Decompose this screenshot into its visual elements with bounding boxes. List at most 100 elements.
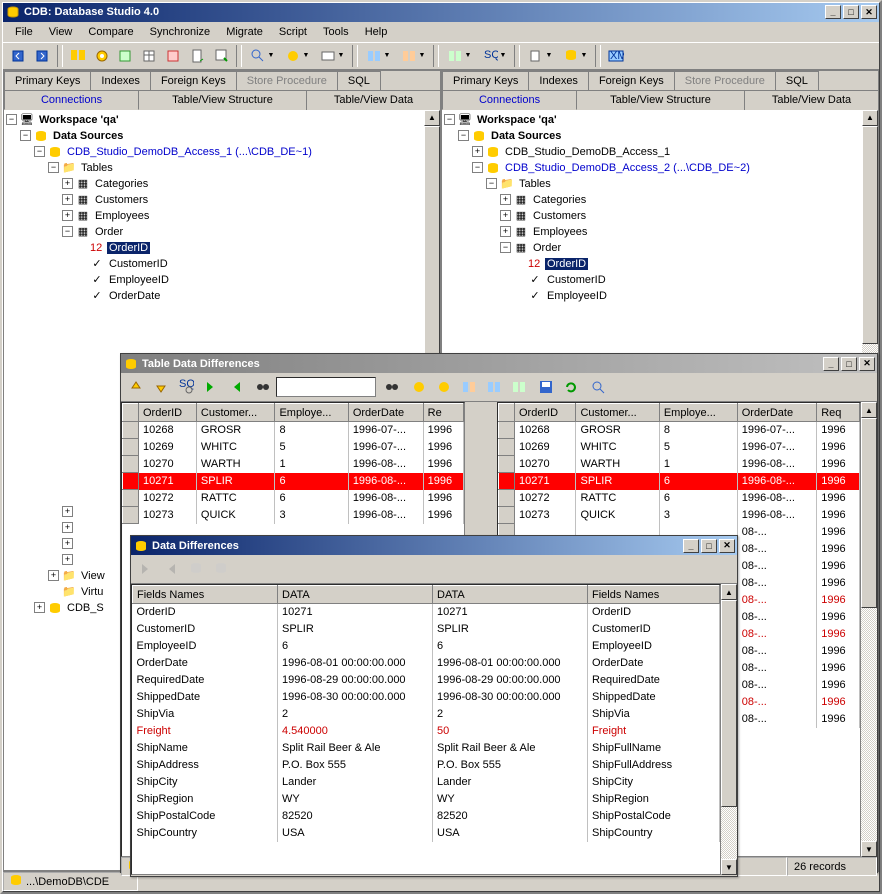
expander[interactable]: + xyxy=(34,602,45,613)
table-row[interactable]: ShipRegionWYWYShipRegion xyxy=(133,791,720,808)
table-row[interactable]: ShippedDate1996-08-30 00:00:00.0001996-0… xyxy=(133,689,720,706)
menu-help[interactable]: Help xyxy=(357,24,396,40)
tree-db1[interactable]: CDB_Studio_DemoDB_Access_1 xyxy=(503,146,672,158)
tb-gear-icon[interactable] xyxy=(90,45,113,67)
tab-pk[interactable]: Primary Keys xyxy=(442,71,529,90)
binoculars2-icon[interactable] xyxy=(380,376,403,398)
sql-search-icon[interactable]: SQL xyxy=(174,376,197,398)
scroll-down-icon[interactable]: ▼ xyxy=(721,859,737,875)
refresh-icon[interactable] xyxy=(559,376,582,398)
tree-categories[interactable]: Categories xyxy=(531,194,588,206)
prev-arrow-icon[interactable] xyxy=(159,558,182,580)
table-row[interactable]: CustomerIDSPLIRSPLIRCustomerID xyxy=(133,621,720,638)
minimize-button[interactable]: _ xyxy=(825,5,841,19)
table-row[interactable]: ShipNameSplit Rail Beer & AleSplit Rail … xyxy=(133,740,720,757)
menu-view[interactable]: View xyxy=(41,24,81,40)
table-row[interactable]: ShipPostalCode8252082520ShipPostalCode xyxy=(133,808,720,825)
expander[interactable]: − xyxy=(34,146,45,157)
datadiff-scrollbar[interactable]: ▲ ▼ xyxy=(721,584,737,875)
table-row[interactable]: 10273QUICK31996-08-...1996 xyxy=(123,507,464,524)
prev-diff-icon[interactable] xyxy=(224,376,247,398)
tree-customerid[interactable]: CustomerID xyxy=(545,274,608,286)
tree-virtual[interactable]: Virtu xyxy=(79,586,105,598)
scroll-up-icon[interactable]: ▲ xyxy=(862,110,878,126)
table-row[interactable]: 10269WHITC51996-07-...1996 xyxy=(123,439,464,456)
tb-cylinder-dropdown[interactable]: ▼ xyxy=(558,45,592,67)
tree-orderid[interactable]: OrderID xyxy=(545,258,588,270)
col-orderdate[interactable]: OrderDate xyxy=(348,404,423,422)
tab-data[interactable]: Table/View Data xyxy=(306,90,441,110)
expander[interactable]: + xyxy=(62,210,73,221)
menu-compare[interactable]: Compare xyxy=(80,24,141,40)
tb-table-dropdown[interactable]: ▼ xyxy=(315,45,349,67)
tb-diff1-icon[interactable]: ▼ xyxy=(361,45,395,67)
table-row[interactable]: 10270WARTH11996-08-...1996 xyxy=(123,456,464,473)
scroll-up-icon[interactable]: ▲ xyxy=(861,402,877,418)
table-row[interactable]: 10272RATTC61996-08-...1996 xyxy=(123,490,464,507)
tree-tables[interactable]: Tables xyxy=(517,178,553,190)
table-row[interactable]: OrderID1027110271OrderID xyxy=(133,604,720,621)
tb-next-icon[interactable] xyxy=(31,45,54,67)
tree-orderid[interactable]: OrderID xyxy=(107,242,150,254)
tree-employees[interactable]: Employees xyxy=(531,226,589,238)
main-titlebar[interactable]: CDB: Database Studio 4.0 _ □ ✕ xyxy=(3,3,879,22)
scroll-down-icon[interactable]: ▼ xyxy=(861,841,877,857)
close-button[interactable]: ✕ xyxy=(859,357,875,371)
expander[interactable]: + xyxy=(62,522,73,533)
close-button[interactable]: ✕ xyxy=(719,539,735,553)
maximize-button[interactable]: □ xyxy=(701,539,717,553)
col-required[interactable]: Req xyxy=(817,404,860,422)
minimize-button[interactable]: _ xyxy=(683,539,699,553)
expander[interactable]: + xyxy=(62,554,73,565)
table-row[interactable]: 10268GROSR81996-07-...1996 xyxy=(123,422,464,439)
tb-diff2-icon[interactable]: ▼ xyxy=(396,45,430,67)
table-row[interactable]: EmployeeID66EmployeeID xyxy=(133,638,720,655)
expander[interactable]: − xyxy=(48,162,59,173)
tb-data-icon[interactable] xyxy=(162,45,185,67)
expander[interactable]: − xyxy=(458,130,469,141)
close-button[interactable]: ✕ xyxy=(861,5,877,19)
compare2-icon[interactable] xyxy=(482,376,505,398)
tab-sql[interactable]: SQL xyxy=(337,71,381,90)
expander[interactable]: + xyxy=(48,570,59,581)
next-diff-icon[interactable] xyxy=(199,376,222,398)
col-employee[interactable]: Employe... xyxy=(659,404,737,422)
expander[interactable]: − xyxy=(20,130,31,141)
menu-file[interactable]: File xyxy=(7,24,41,40)
compare1-icon[interactable] xyxy=(457,376,480,398)
expander[interactable]: + xyxy=(500,194,511,205)
tree-views[interactable]: View xyxy=(79,570,107,582)
tb-run-icon[interactable] xyxy=(210,45,233,67)
data-diff-window[interactable]: Data Differences _ □ ✕ Fields Names DATA… xyxy=(130,535,738,877)
col-customer[interactable]: Customer... xyxy=(576,404,659,422)
expander[interactable]: + xyxy=(472,146,483,157)
col-fields2[interactable]: Fields Names xyxy=(588,586,720,604)
tb-xml-icon[interactable]: XML xyxy=(604,45,627,67)
col-employee[interactable]: Employe... xyxy=(275,404,348,422)
scroll-up-icon[interactable]: ▲ xyxy=(424,110,440,126)
table-row[interactable]: RequiredDate1996-08-29 00:00:00.0001996-… xyxy=(133,672,720,689)
tb-prev-icon[interactable] xyxy=(7,45,30,67)
tab-indexes[interactable]: Indexes xyxy=(528,71,589,90)
tablediff-titlebar[interactable]: Table Data Differences _ □ ✕ xyxy=(121,354,877,373)
tb-grid-icon[interactable] xyxy=(138,45,161,67)
tree-db[interactable]: CDB_Studio_DemoDB_Access_1 (...\CDB_DE~1… xyxy=(65,146,314,158)
tree-customers[interactable]: Customers xyxy=(93,194,150,206)
tab-pk[interactable]: Primary Keys xyxy=(4,71,91,90)
expander[interactable]: − xyxy=(486,178,497,189)
tree-tables[interactable]: Tables xyxy=(79,162,115,174)
table-row[interactable]: 10273QUICK31996-08-...1996 xyxy=(499,507,860,524)
tree-order[interactable]: Order xyxy=(93,226,125,238)
gear2-icon[interactable] xyxy=(432,376,455,398)
tab-structure[interactable]: Table/View Structure xyxy=(576,90,745,110)
tab-fk[interactable]: Foreign Keys xyxy=(588,71,675,90)
tab-connections[interactable]: Connections xyxy=(4,90,139,110)
tb-sync-icon[interactable] xyxy=(114,45,137,67)
tab-connections[interactable]: Connections xyxy=(442,90,577,110)
expander[interactable]: + xyxy=(62,194,73,205)
tablediff-scrollbar[interactable]: ▲ ▼ xyxy=(861,402,877,857)
tree-employeeid[interactable]: EmployeeID xyxy=(107,274,171,286)
menu-script[interactable]: Script xyxy=(271,24,315,40)
col-orderid[interactable]: OrderID xyxy=(515,404,576,422)
gear1-icon[interactable] xyxy=(407,376,430,398)
